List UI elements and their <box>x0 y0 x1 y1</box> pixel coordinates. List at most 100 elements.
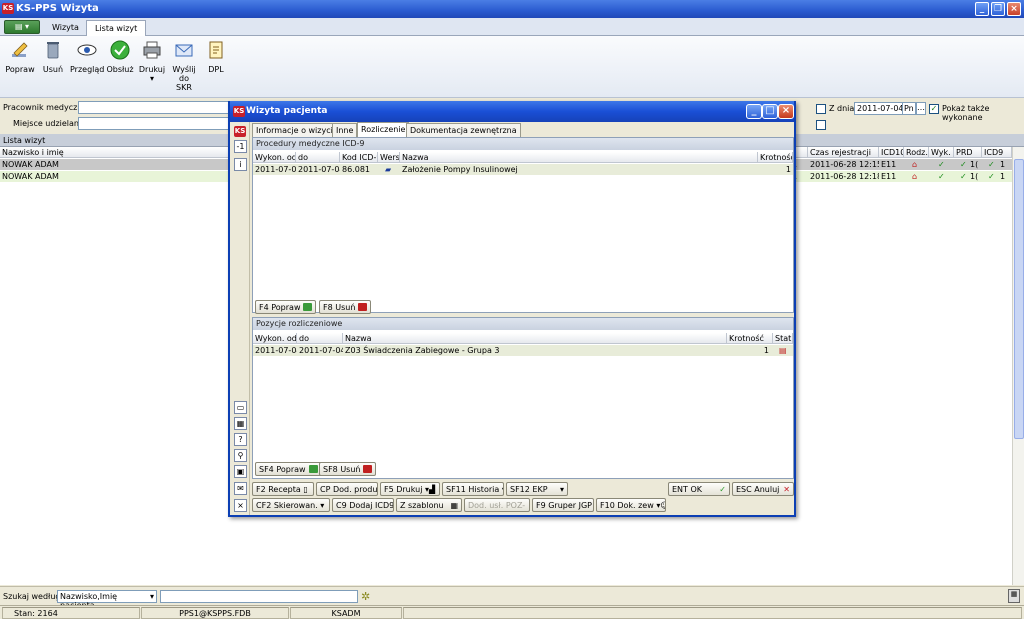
sf4-edit-button[interactable]: SF4 Popraw <box>255 462 322 476</box>
tab-wizyta[interactable]: Wizyta <box>44 20 87 36</box>
col-version[interactable]: Wers. <box>378 152 400 163</box>
close-icon: ✕ <box>783 485 790 494</box>
col-name[interactable]: Nazwa <box>400 152 758 163</box>
envelope-icon[interactable]: ✉ <box>234 482 247 495</box>
minimize-icon[interactable]: _ <box>746 104 762 119</box>
c9-add-icd9-button[interactable]: C9 Dodaj ICD9 <box>332 498 394 512</box>
col-done[interactable]: Wyk. <box>929 147 954 158</box>
row-icd10: E11 <box>881 160 897 169</box>
col-name[interactable]: Nazwisko i imię <box>0 147 230 158</box>
scrollbar-thumb[interactable] <box>1014 159 1024 439</box>
close-icon[interactable]: × <box>778 104 794 119</box>
obsluz-button[interactable]: Obsłuż <box>106 40 134 74</box>
tab-inne[interactable]: Inne <box>332 123 358 137</box>
tab-dokumentacja[interactable]: Dokumentacja zewnętrzna <box>406 123 521 137</box>
col-mult[interactable]: Krotność <box>758 152 793 163</box>
f5-label: F5 Drukuj <box>384 485 423 494</box>
przeglad-button[interactable]: Przegląd <box>70 40 104 74</box>
col-from[interactable]: Wykon. od <box>253 152 296 163</box>
table-row[interactable]: 2011-07-04 2011-07-04 86.081 ▰ Założenie… <box>253 164 793 175</box>
worker-label: Pracownik medyczny: <box>3 103 90 112</box>
place-checkbox[interactable] <box>816 120 826 130</box>
row-icd9: 1 <box>1000 172 1006 181</box>
row-prd: 1( <box>970 172 979 181</box>
cf2-referral-button[interactable]: CF2 Skierowan. ▾ <box>252 498 330 512</box>
popraw-button[interactable]: Popraw <box>5 40 35 74</box>
show-done-checkbox[interactable]: ✓ <box>929 104 939 114</box>
dpl-button[interactable]: DPL <box>204 40 228 74</box>
f8-delete-label: F8 Usuń <box>323 303 356 312</box>
close-icon[interactable]: × <box>234 499 247 512</box>
f2-label: F2 Recepta <box>256 485 301 494</box>
delete-icon <box>358 303 368 311</box>
cancel-button[interactable]: ESC Anuluj ✕ <box>732 482 794 496</box>
sf12-ekp-button[interactable]: SF12 EKP ▾ <box>506 482 568 496</box>
ok-label: ENT OK <box>672 485 703 494</box>
f5-print-button[interactable]: F5 Drukuj ▾▟ <box>380 482 440 496</box>
date-picker-button[interactable]: … <box>916 102 926 115</box>
tab-rozliczenie[interactable]: Rozliczenie <box>357 122 410 137</box>
trash-icon <box>47 42 59 59</box>
monitor-icon[interactable]: ▭ <box>234 401 247 414</box>
f10-external-doc-button[interactable]: F10 Dok. zew ▾☺ <box>596 498 666 512</box>
worker-field[interactable] <box>78 101 238 114</box>
check-icon: ✓ <box>960 160 967 169</box>
col-type[interactable]: Rodz. <box>904 147 929 158</box>
cp-add-product-button[interactable]: CP Dod. produkt <box>316 482 378 496</box>
ok-button[interactable]: ENT OK ✓ <box>668 482 730 496</box>
col-to[interactable]: do <box>297 333 343 344</box>
wyslij-skr-button[interactable]: Wyślij do SKR <box>168 40 200 92</box>
row-prd: 1( <box>970 160 979 169</box>
f9-grouper-button[interactable]: F9 Gruper JGP <box>532 498 594 512</box>
close-icon[interactable]: × <box>1007 2 1021 16</box>
col-status[interactable]: Stat. <box>773 333 793 344</box>
col-name[interactable]: Nazwa <box>343 333 727 344</box>
list-scrollbar[interactable] <box>1012 147 1024 585</box>
col-to[interactable]: do <box>296 152 340 163</box>
status-bar: Stan: 2164 PPS1@KSPPS.FDB KSADM <box>0 605 1024 619</box>
col-icd10[interactable]: ICD10 <box>879 147 904 158</box>
col-code[interactable]: Kod ICD-9 <box>340 152 378 163</box>
help-icon[interactable]: ? <box>234 433 247 446</box>
drukuj-button[interactable]: Drukuj ▾ <box>138 40 166 83</box>
usun-button[interactable]: Usuń <box>40 40 66 74</box>
eye-icon <box>77 44 97 56</box>
sf8-delete-button[interactable]: SF8 Usuń <box>319 462 377 476</box>
collapse-button[interactable]: -1 <box>234 140 247 153</box>
sf11-history-button[interactable]: SF11 Historia ▾ <box>442 482 504 496</box>
restore-icon[interactable]: ❐ <box>991 2 1005 16</box>
image-icon[interactable]: ▣ <box>234 465 247 478</box>
f4-edit-button[interactable]: F4 Popraw <box>255 300 317 314</box>
chart-icon: ▟ <box>429 485 436 494</box>
minimize-icon[interactable]: _ <box>975 2 989 16</box>
app-menu-button[interactable]: ▤ ▾ <box>4 20 40 34</box>
maximize-icon[interactable]: □ <box>762 104 778 119</box>
worker-checkbox[interactable] <box>816 104 826 114</box>
template-button[interactable]: Z szablonu ▦ <box>396 498 462 512</box>
col-mult[interactable]: Krotność <box>727 333 773 344</box>
calculator-icon[interactable]: ▦ <box>234 417 247 430</box>
table-row[interactable]: 2011-07-04 2011-07-04 Z03 Świadczenia Za… <box>253 345 793 356</box>
col-time[interactable]: Czas rejestracji <box>808 147 879 158</box>
col-prd[interactable]: PRD <box>954 147 982 158</box>
info-icon[interactable]: i <box>234 158 247 171</box>
search-mode-select[interactable]: Nazwisko,Imię pacjenta ▾ <box>57 590 157 610</box>
f2-prescription-button[interactable]: F2 Recepta ▯ <box>252 482 314 496</box>
dialog-titlebar[interactable]: KS Wizyta pacjenta _ □ × <box>230 101 794 122</box>
place-field[interactable] <box>78 117 238 130</box>
search-input[interactable] <box>160 590 358 603</box>
usun-label: Usuń <box>42 65 64 74</box>
tab-informacje[interactable]: Informacje o wizycie <box>252 123 342 137</box>
tab-lista-wizyt[interactable]: Lista wizyt <box>86 20 147 36</box>
search-icon[interactable]: ⚲ <box>234 449 247 462</box>
calculator-icon[interactable]: ▦ <box>1008 589 1020 603</box>
check-icon: ✓ <box>988 160 995 169</box>
col-icd9[interactable]: ICD9 <box>982 147 1012 158</box>
status-empty <box>403 607 1022 619</box>
row-code: 86.081 <box>342 165 370 174</box>
f8-delete-button[interactable]: F8 Usuń <box>319 300 372 314</box>
search-bar: Szukaj według: Nazwisko,Imię pacjenta ▾ … <box>0 586 1024 610</box>
col-from[interactable]: Wykon. od <box>253 333 297 344</box>
cancel-label: ESC Anuluj <box>736 485 780 494</box>
gear-icon[interactable]: ✲ <box>361 590 370 603</box>
